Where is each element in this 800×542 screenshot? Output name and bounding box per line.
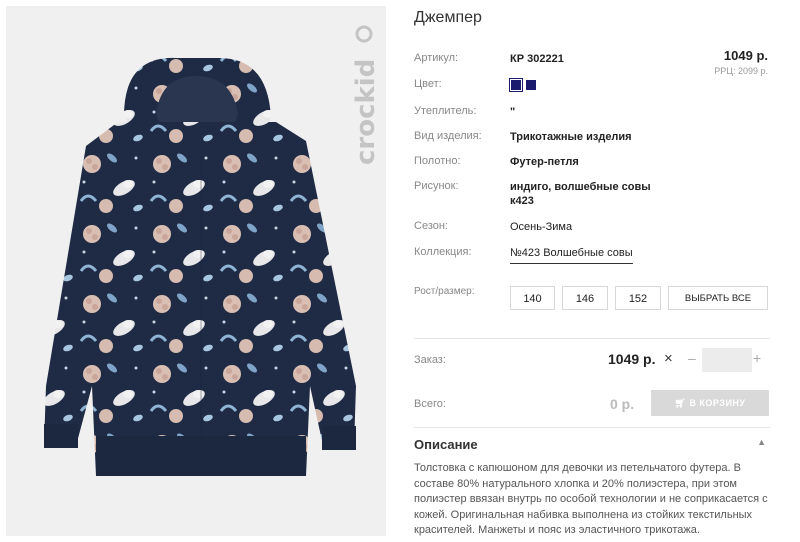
quantity-decrease-button[interactable]: – [688, 350, 696, 366]
add-to-cart-button[interactable]: 🛒︎ В КОРЗИНУ [651, 390, 769, 416]
color-swatch-selected[interactable] [509, 78, 523, 92]
size-button-140[interactable]: 140 [510, 286, 555, 310]
insulation-label: Утеплитель: [414, 105, 477, 117]
color-swatch[interactable] [526, 80, 536, 90]
collection-link[interactable]: №423 Волшебные совы [510, 246, 633, 264]
cart-icon: 🛒︎ [674, 398, 687, 408]
article-value: КР 302221 [510, 53, 564, 65]
product-info-panel: Джемпер 1049 р. РРЦ: 2099 р. Артикул: КР… [414, 0, 770, 542]
collection-label: Коллекция: [414, 246, 472, 258]
select-all-sizes-button[interactable]: ВЫБРАТЬ ВСЕ [668, 286, 768, 310]
fabric-value: Футер-петля [510, 156, 579, 168]
description-title[interactable]: Описание [414, 437, 478, 452]
sizes-label: Рост/размер: [414, 286, 475, 297]
size-button-152[interactable]: 152 [615, 286, 661, 310]
recommended-price: РРЦ: 2099 р. [714, 66, 768, 76]
collapse-arrow-icon[interactable]: ▲ [757, 437, 766, 447]
add-to-cart-label: В КОРЗИНУ [689, 398, 746, 408]
insulation-value: " [510, 106, 516, 118]
type-value: Трикотажные изделия [510, 131, 632, 143]
quantity-increase-button[interactable]: + [753, 350, 761, 366]
fabric-label: Полотно: [414, 155, 461, 167]
season-value: Осень-Зима [510, 221, 573, 233]
brand-logo: crockid [344, 20, 384, 170]
article-label: Артикул: [414, 52, 459, 64]
order-unit-price: 1049 р. [608, 351, 656, 367]
size-button-146[interactable]: 146 [562, 286, 608, 310]
pattern-value-line1: индиго, волшебные совы [510, 181, 651, 193]
pattern-value-line2: к423 [510, 195, 534, 207]
product-photo[interactable]: crockid [6, 6, 386, 536]
divider [414, 427, 770, 428]
color-label: Цвет: [414, 78, 442, 90]
description-text: Толстовка с капюшоном для девочки из пет… [414, 462, 768, 536]
season-label: Сезон: [414, 220, 448, 232]
type-label: Вид изделия: [414, 130, 482, 142]
product-title: Джемпер [414, 9, 482, 26]
product-price: 1049 р. [723, 48, 768, 63]
quantity-input[interactable] [702, 348, 752, 372]
total-label: Всего: [414, 398, 446, 410]
order-label: Заказ: [414, 354, 446, 366]
clear-order-icon[interactable]: × [664, 350, 673, 367]
divider [414, 338, 770, 339]
total-value: 0 р. [610, 396, 635, 412]
hoodie-image [44, 57, 356, 476]
pattern-label: Рисунок: [414, 180, 459, 192]
svg-text:crockid: crockid [351, 59, 381, 165]
